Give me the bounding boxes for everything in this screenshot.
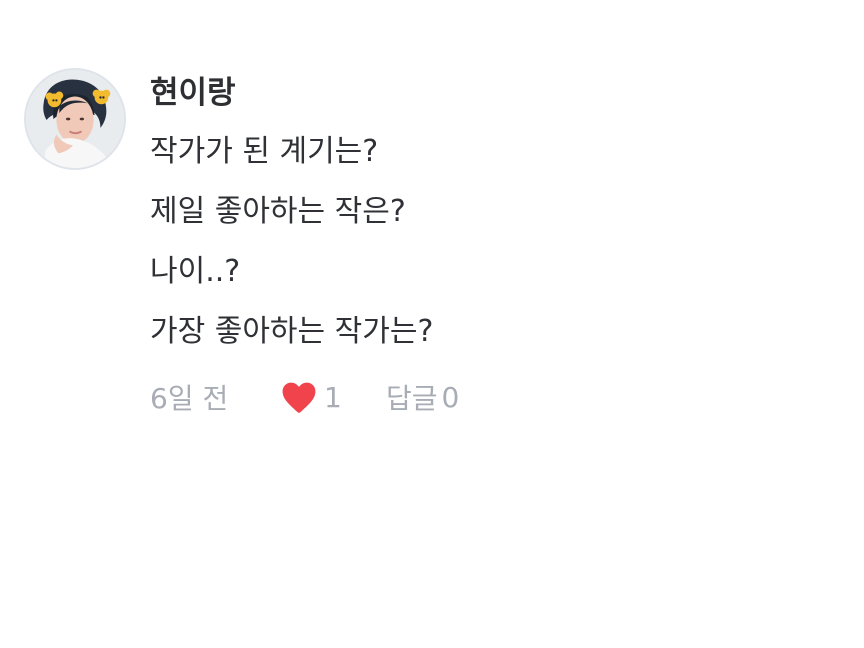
- avatar[interactable]: [24, 68, 126, 170]
- like-button[interactable]: 1: [280, 380, 386, 414]
- reply-label: 답글: [386, 382, 438, 415]
- comment-meta: 6일 전 1 답글 0: [150, 370, 810, 424]
- comment-line: 제일 좋아하는 작은?: [150, 194, 406, 229]
- comment-time: 6일 전: [150, 382, 229, 415]
- reply-count: 0: [441, 380, 460, 414]
- comment-line: 나이..?: [150, 254, 241, 289]
- comment-line: 작가가 된 계기는?: [150, 134, 379, 169]
- comment-body: 현이랑 작가가 된 계기는? 제일 좋아하는 작은? 나이..? 가장 좋아하는…: [150, 68, 810, 424]
- heart-icon: [280, 380, 318, 414]
- reply-button[interactable]: 답글 0: [386, 377, 459, 417]
- like-count: 1: [324, 380, 342, 414]
- comment-line: 가장 좋아하는 작가는?: [150, 314, 434, 349]
- comment-message: 작가가 된 계기는? 제일 좋아하는 작은? 나이..? 가장 좋아하는 작가는…: [150, 122, 810, 362]
- comment-author[interactable]: 현이랑: [150, 70, 810, 116]
